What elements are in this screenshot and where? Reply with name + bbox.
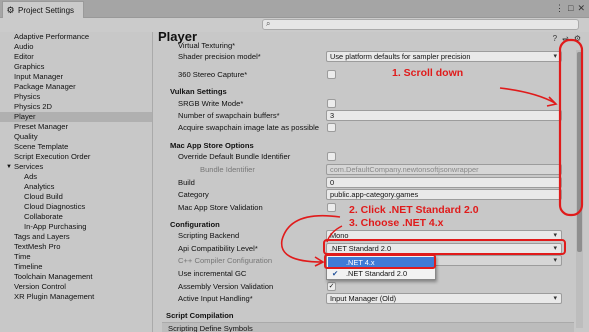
- api-compat-highlight-box: [323, 239, 566, 255]
- scrollbar-highlight-ellipse: [558, 38, 584, 217]
- annotation-step-3: 3. Choose .NET 4.x: [349, 217, 444, 229]
- annotation-step-1: 1. Scroll down: [392, 67, 464, 79]
- net-4x-highlight-box: [324, 254, 436, 269]
- annotation-step-2: 2. Click .NET Standard 2.0: [349, 204, 479, 216]
- scroll-arrow: [499, 87, 556, 104]
- annotation-overlay: [280, 38, 584, 269]
